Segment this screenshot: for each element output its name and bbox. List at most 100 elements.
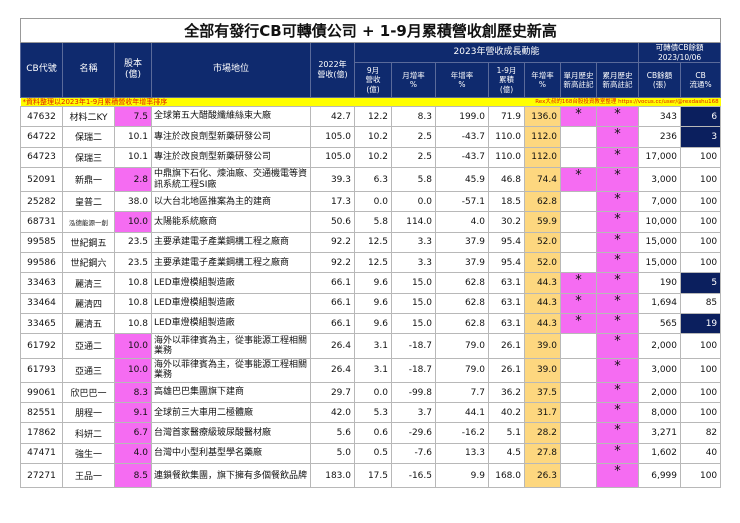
sep-rev-cell: 0.6 [354,422,392,444]
cum-rev-cell: 5.1 [488,422,525,444]
capital-cell: 9.1 [114,402,152,424]
rev2022-cell: 105.0 [310,146,355,168]
note-credit: Rex大叔的168台股投資教室整理 https://vocus.cc/user/… [435,97,721,107]
cb-float-cell: 82 [679,422,722,444]
rev2022-cell: 183.0 [310,463,355,489]
table-row: 64723 保瑞三 10.1 專注於改良劑型新藥研發公司 105.0 10.2 2.5 -43… [20,146,722,168]
sep-rev-cell: 5.3 [354,402,392,424]
cb-code-cell: 64723 [20,146,63,168]
yoy-cell: -43.7 [435,146,489,168]
cb-balance-cell: 6,999 [638,463,681,489]
cb-float-cell: 100 [679,333,722,359]
name-cell: 科妍二 [62,422,115,444]
sep-rev-cell: 3.1 [354,333,392,359]
single-high-cell: * [560,272,597,294]
single-high-cell [560,231,597,254]
rev2022-cell: 66.1 [310,272,355,294]
cum-yoy-cell: 39.0 [524,333,561,359]
market-cell: 全球前三大車用二極體廠 [151,402,311,424]
single-high-cell [560,146,597,168]
mom-cell: 15.0 [391,272,436,294]
capital-cell: 2.8 [114,166,152,193]
cum-high-cell: * [596,231,639,254]
cb-float-cell: 100 [679,381,722,404]
sep-rev-cell: 10.2 [354,126,392,148]
mom-cell: 3.3 [391,252,436,274]
capital-cell: 10.8 [114,312,152,335]
cum-rev-cell: 95.4 [488,252,525,274]
yoy-cell: 62.8 [435,292,489,314]
yoy-cell: 4.0 [435,211,489,233]
cum-yoy-cell: 112.0 [524,126,561,148]
capital-cell: 8.5 [114,463,152,489]
cum-high-cell: * [596,146,639,168]
header-cb-float: CB 流通% [679,62,722,98]
table-row: 33465 麗清五 10.8 LED車燈模組製造廠 66.1 9.6 15.0 62.8 63.… [20,312,722,335]
cb-code-cell: 61793 [20,357,63,383]
rev2022-cell: 66.1 [310,292,355,314]
cum-high-cell: * [596,292,639,314]
mom-cell: 2.5 [391,146,436,168]
table-row: 82551 朋程一 9.1 全球前三大車用二極體廠 42.0 5.3 3.7 44.1 40.2… [20,402,722,424]
name-cell: 強生一 [62,442,115,465]
mom-cell: -16.5 [391,463,436,489]
table-row: 61793 亞通三 10.0 海外以菲律賓為主，從事能源工程相關業務 26.4 3.1 -1… [20,357,722,383]
mom-cell: 15.0 [391,292,436,314]
cum-yoy-cell: 62.8 [524,191,561,213]
capital-cell: 8.3 [114,381,152,404]
single-high-cell: * [560,292,597,314]
rev2022-cell: 92.2 [310,252,355,274]
cum-yoy-cell: 44.3 [524,292,561,314]
capital-cell: 7.5 [114,105,152,128]
cb-float-cell: 100 [679,402,722,424]
cb-code-cell: 33465 [20,312,63,335]
rev2022-cell: 42.7 [310,105,355,128]
cb-float-cell: 19 [679,312,722,335]
rev2022-cell: 66.1 [310,312,355,335]
name-cell: 欣巴巴一 [62,381,115,404]
cb-code-cell: 61792 [20,333,63,359]
cb-float-cell: 6 [679,105,722,128]
single-high-cell [560,463,597,489]
cb-balance-cell: 15,000 [638,231,681,254]
rev2022-cell: 50.6 [310,211,355,233]
yoy-cell: 62.8 [435,272,489,294]
single-high-cell [560,191,597,213]
cb-balance-cell: 343 [638,105,681,128]
mom-cell: -7.6 [391,442,436,465]
cb-balance-cell: 8,000 [638,402,681,424]
header-capital: 股本 (億) [114,42,152,98]
cum-yoy-cell: 52.0 [524,231,561,254]
cb-code-cell: 68731 [20,211,63,233]
cum-yoy-cell: 26.3 [524,463,561,489]
name-cell: 材料二KY [62,105,115,128]
table-row: 33464 麗清四 10.8 LED車燈模組製造廠 66.1 9.6 15.0 62.8 63.… [20,292,722,314]
table-row: 17862 科妍二 6.7 台灣首家醫療級玻尿酸醫材廠 5.6 0.6 -29.6 -16.2… [20,422,722,444]
mom-cell: 0.0 [391,191,436,213]
table-row: 68731 泓德能源一創 10.0 太陽能系統廠商 50.6 5.8 114.0 4.0 30.… [20,211,722,233]
header-sep-rev: 9月 營收 (億) [354,62,392,98]
yoy-cell: -57.1 [435,191,489,213]
sep-rev-cell: 12.2 [354,105,392,128]
capital-cell: 23.5 [114,252,152,274]
single-high-cell [560,211,597,233]
cum-high-cell: * [596,166,639,193]
cum-rev-cell: 168.0 [488,463,525,489]
single-high-cell [560,126,597,148]
cum-high-cell: * [596,357,639,383]
sep-rev-cell: 5.8 [354,211,392,233]
cum-rev-cell: 30.2 [488,211,525,233]
cb-float-cell: 100 [679,166,722,193]
rev2022-cell: 26.4 [310,357,355,383]
cum-rev-cell: 71.9 [488,105,525,128]
cb-balance-cell: 236 [638,126,681,148]
single-high-cell [560,422,597,444]
market-cell: 專注於改良劑型新藥研發公司 [151,126,311,148]
header-cb-balance: CB餘額 (張) [638,62,681,98]
header-cb-code: CB代號 [20,42,63,98]
rev2022-cell: 5.0 [310,442,355,465]
rev2022-cell: 17.3 [310,191,355,213]
single-high-cell [560,381,597,404]
cb-code-cell: 99585 [20,231,63,254]
name-cell: 世紀鋼五 [62,231,115,254]
